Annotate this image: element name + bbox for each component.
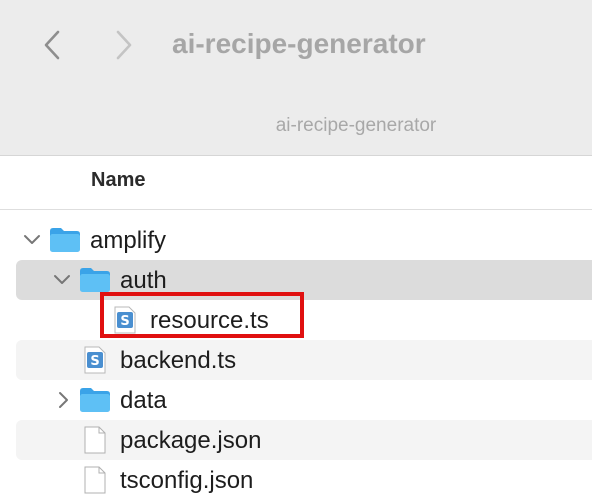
finder-window: ai-recipe-generator ai-recipe-generator … [0, 0, 592, 498]
list-item-backend-ts[interactable]: S backend.ts [16, 340, 592, 380]
list-header: Name [0, 156, 592, 210]
svg-text:S: S [120, 314, 129, 329]
list-item-data[interactable]: data [16, 380, 592, 420]
chevron-left-icon [44, 30, 60, 60]
disclosure-collapsed-icon[interactable] [54, 388, 74, 412]
back-button[interactable] [38, 27, 66, 63]
toolbar: ai-recipe-generator ai-recipe-generator [0, 0, 592, 156]
item-label: amplify [90, 227, 167, 254]
document-icon [84, 425, 106, 455]
folder-icon [79, 385, 111, 415]
disclosure-expanded-icon[interactable] [22, 228, 42, 252]
list-item-amplify[interactable]: amplify [16, 220, 592, 260]
list-item-package-json[interactable]: package.json [16, 420, 592, 460]
item-label: auth [120, 267, 167, 294]
item-label: resource.ts [150, 307, 269, 334]
document-icon [84, 465, 106, 495]
list-item-tsconfig-json[interactable]: tsconfig.json [16, 460, 592, 498]
name-column-header[interactable]: Name [91, 169, 145, 192]
item-label: backend.ts [120, 347, 237, 374]
typescript-file-icon: S [84, 345, 106, 375]
list-item-auth[interactable]: auth [16, 260, 592, 300]
svg-text:S: S [90, 354, 99, 369]
item-label: tsconfig.json [120, 467, 254, 494]
path-title: ai-recipe-generator [275, 115, 437, 136]
folder-icon [79, 265, 111, 295]
window-title: ai-recipe-generator [172, 28, 426, 59]
typescript-file-icon: S [114, 305, 136, 335]
chevron-right-icon [116, 30, 132, 60]
item-label: package.json [120, 427, 262, 454]
folder-icon [49, 225, 81, 255]
item-label: data [120, 387, 167, 414]
disclosure-expanded-icon[interactable] [52, 268, 72, 292]
list-item-resource-ts[interactable]: S resource.ts [16, 300, 592, 340]
forward-button[interactable] [110, 27, 138, 63]
